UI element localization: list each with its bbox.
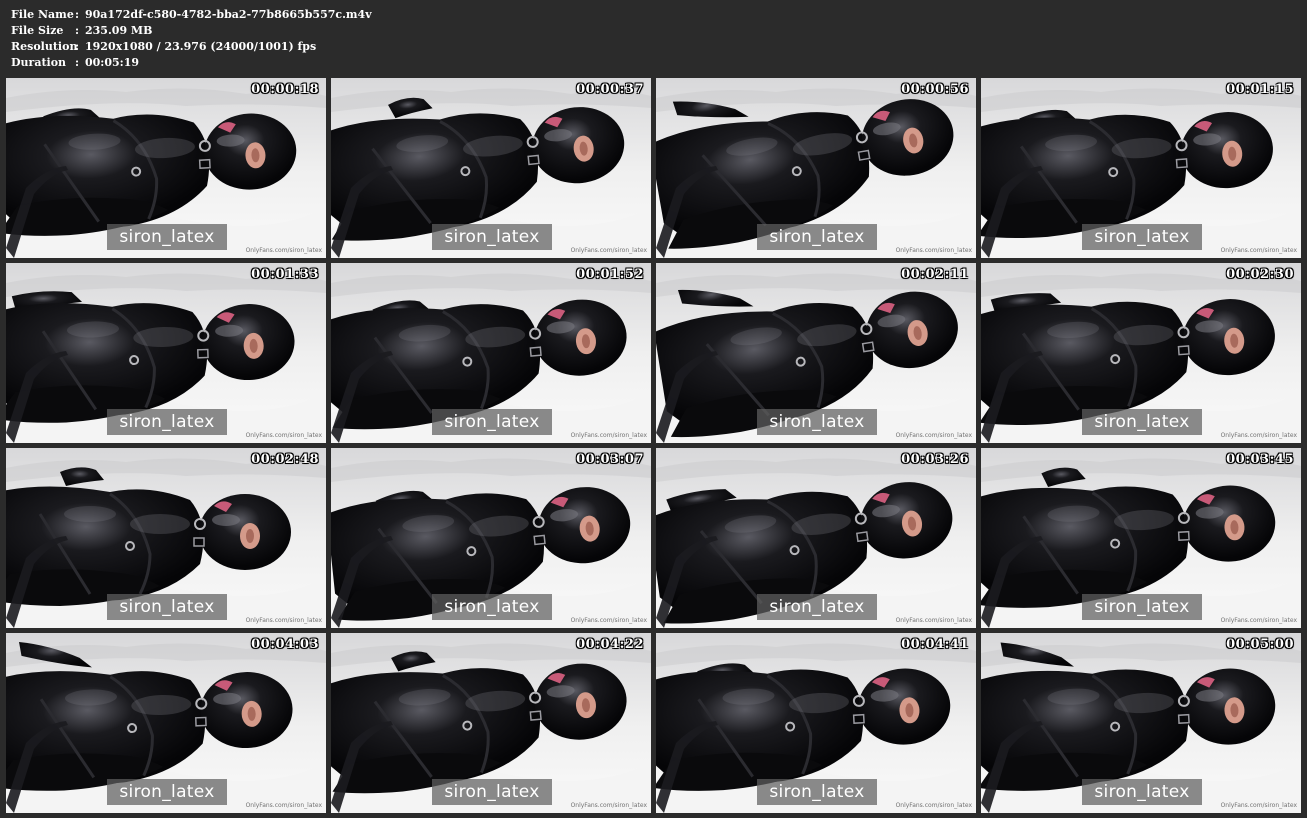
timestamp: 00:03:45	[1226, 452, 1294, 467]
timestamp: 00:03:07	[576, 452, 644, 467]
watermark: siron_latex	[1082, 409, 1202, 435]
thumbnail-frame: 00:05:00 siron_latex OnlyFans.com/siron_la…	[981, 633, 1301, 813]
thumbnail-frame: 00:00:37 siron_latex OnlyFans.com/siron_la…	[331, 78, 651, 258]
timestamp: 00:02:48	[251, 452, 319, 467]
timestamp: 00:04:03	[251, 637, 319, 652]
duration-label: Duration	[11, 56, 67, 69]
thumbnail-frame: 00:04:22 siron_latex OnlyFans.com/siron_la…	[331, 633, 651, 813]
file-name-row: File Name : 90a172df-c580-4782-bba2-77b8…	[11, 7, 372, 23]
separator: :	[75, 8, 80, 21]
corner-credit: OnlyFans.com/siron_latex	[245, 432, 322, 439]
timestamp: 00:05:00	[1226, 637, 1294, 652]
timestamp: 00:00:56	[901, 82, 969, 97]
watermark: siron_latex	[757, 409, 877, 435]
thumbnail-frame: 00:04:41 siron_latex OnlyFans.com/siron_la…	[656, 633, 976, 813]
corner-credit: OnlyFans.com/siron_latex	[1220, 432, 1297, 439]
corner-credit: OnlyFans.com/siron_latex	[570, 802, 647, 809]
separator: :	[75, 24, 80, 37]
corner-credit: OnlyFans.com/siron_latex	[245, 617, 322, 624]
timestamp: 00:00:37	[576, 82, 644, 97]
thumbnail-frame: 00:01:52 siron_latex OnlyFans.com/siron_la…	[331, 263, 651, 443]
resolution-row: Resolution : 1920x1080 / 23.976 (24000/1…	[11, 39, 372, 55]
file-info-panel: File Name : 90a172df-c580-4782-bba2-77b8…	[11, 7, 372, 71]
corner-credit: OnlyFans.com/siron_latex	[1220, 247, 1297, 254]
thumbnail-frame: 00:03:26 siron_latex OnlyFans.com/siron_la…	[656, 448, 976, 628]
watermark: siron_latex	[1082, 594, 1202, 620]
watermark: siron_latex	[432, 409, 552, 435]
resolution-label: Resolution	[11, 40, 78, 53]
timestamp: 00:01:15	[1226, 82, 1294, 97]
watermark: siron_latex	[107, 224, 227, 250]
file-size-row: File Size : 235.09 MB	[11, 23, 372, 39]
thumbnail-frame: 00:04:03 siron_latex OnlyFans.com/siron_la…	[6, 633, 326, 813]
timestamp: 00:02:30	[1226, 267, 1294, 282]
timestamp: 00:00:18	[251, 82, 319, 97]
corner-credit: OnlyFans.com/siron_latex	[895, 802, 972, 809]
timestamp: 00:04:41	[901, 637, 969, 652]
separator: :	[75, 56, 80, 69]
timestamp: 00:04:22	[576, 637, 644, 652]
watermark: siron_latex	[107, 594, 227, 620]
timestamp: 00:03:26	[901, 452, 969, 467]
watermark: siron_latex	[107, 779, 227, 805]
thumbnail-frame: 00:02:30 siron_latex OnlyFans.com/siron_la…	[981, 263, 1301, 443]
thumbnail-frame: 00:00:18 siron_latex OnlyFans.com/siron_la…	[6, 78, 326, 258]
watermark: siron_latex	[757, 779, 877, 805]
watermark: siron_latex	[107, 409, 227, 435]
duration-row: Duration : 00:05:19	[11, 55, 372, 71]
timestamp: 00:01:52	[576, 267, 644, 282]
thumbnail-frame: 00:01:33 siron_latex OnlyFans.com/siron_la…	[6, 263, 326, 443]
corner-credit: OnlyFans.com/siron_latex	[570, 432, 647, 439]
corner-credit: OnlyFans.com/siron_latex	[570, 247, 647, 254]
file-name-label: File Name	[11, 8, 74, 21]
timestamp: 00:01:33	[251, 267, 319, 282]
corner-credit: OnlyFans.com/siron_latex	[895, 432, 972, 439]
watermark: siron_latex	[432, 594, 552, 620]
watermark: siron_latex	[432, 224, 552, 250]
timestamp: 00:02:11	[901, 267, 969, 282]
corner-credit: OnlyFans.com/siron_latex	[570, 617, 647, 624]
watermark: siron_latex	[1082, 779, 1202, 805]
corner-credit: OnlyFans.com/siron_latex	[895, 617, 972, 624]
thumbnail-frame: 00:03:07 siron_latex OnlyFans.com/siron_la…	[331, 448, 651, 628]
watermark: siron_latex	[1082, 224, 1202, 250]
file-size-label: File Size	[11, 24, 64, 37]
watermark: siron_latex	[757, 594, 877, 620]
resolution-value: 1920x1080 / 23.976 (24000/1001) fps	[85, 40, 317, 53]
watermark: siron_latex	[757, 224, 877, 250]
corner-credit: OnlyFans.com/siron_latex	[245, 247, 322, 254]
thumbnail-frame: 00:01:15 siron_latex OnlyFans.com/siron_la…	[981, 78, 1301, 258]
separator: :	[75, 40, 80, 53]
file-name-value: 90a172df-c580-4782-bba2-77b8665b557c.m4v	[85, 8, 372, 21]
corner-credit: OnlyFans.com/siron_latex	[1220, 617, 1297, 624]
corner-credit: OnlyFans.com/siron_latex	[245, 802, 322, 809]
thumbnail-frame: 00:02:48 siron_latex OnlyFans.com/siron_la…	[6, 448, 326, 628]
file-size-value: 235.09 MB	[85, 24, 153, 37]
corner-credit: OnlyFans.com/siron_latex	[1220, 802, 1297, 809]
thumbnail-frame: 00:00:56 siron_latex OnlyFans.com/siron_la…	[656, 78, 976, 258]
thumbnail-frame: 00:03:45 siron_latex OnlyFans.com/siron_la…	[981, 448, 1301, 628]
corner-credit: OnlyFans.com/siron_latex	[895, 247, 972, 254]
thumbnail-frame: 00:02:11 siron_latex OnlyFans.com/siron_la…	[656, 263, 976, 443]
thumbnail-grid: 00:00:18 siron_latex OnlyFans.com/siron_la…	[6, 78, 1301, 814]
watermark: siron_latex	[432, 779, 552, 805]
duration-value: 00:05:19	[85, 56, 140, 69]
